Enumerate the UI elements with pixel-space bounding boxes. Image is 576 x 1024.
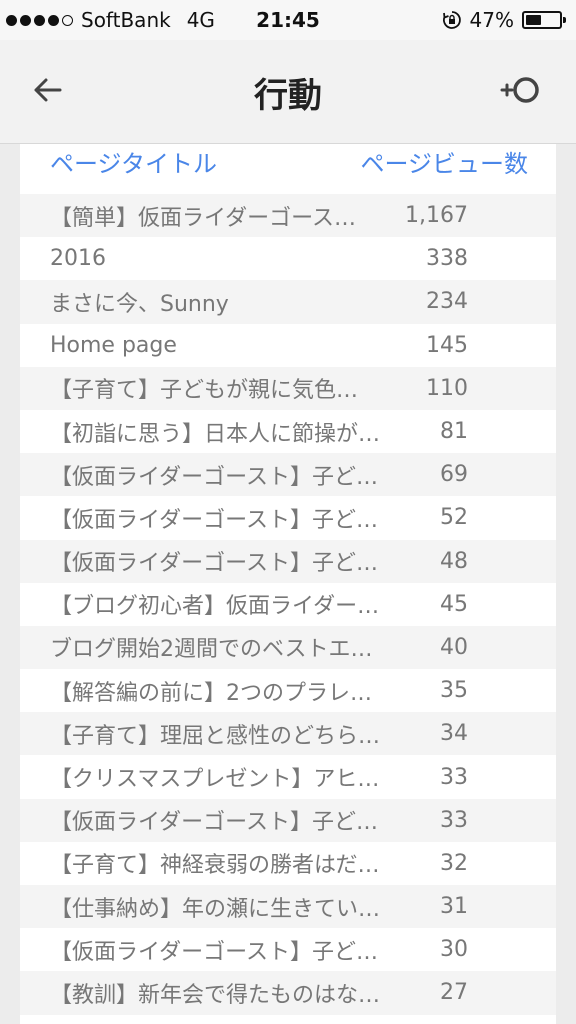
row-page-views: 81 [440,419,468,445]
row-page-views: 27 [440,980,468,1006]
row-page-views: 48 [440,548,468,574]
table-row[interactable]: 【クリスマスプレゼント】アヒ… 33 [20,755,556,799]
row-page-views: 1,167 [405,203,468,229]
table-row[interactable]: Home page 145 [20,323,556,367]
row-page-title: 【子育て】理屈と感性のどちら… [50,723,381,749]
navigation-bar: 行動 [0,40,576,144]
battery-fill [526,15,542,25]
row-page-views: 31 [440,894,468,920]
row-page-views: 45 [440,591,468,617]
row-page-title: 【仮面ライダーゴースト】子ど… [50,810,379,836]
row-page-title: 【ブログ初心者】仮面ライダー… [50,594,380,620]
row-page-views: 40 [440,634,468,660]
table-row[interactable]: 【子育て】子どもが親に気色… 110 [20,366,556,410]
page-title: 行動 [254,76,322,116]
row-page-title: 【子育て】神経衰弱の勝者はだ… [50,853,380,879]
row-page-views: 234 [426,289,468,315]
row-page-views: 34 [440,721,468,747]
page-list: 【簡単】仮面ライダーゴース… 1,167 2016 338 まさに今、Sunny 234 H… [20,194,556,1015]
row-page-views: 33 [440,764,468,790]
row-page-title: 【仮面ライダーゴースト】子ど… [50,551,379,577]
table-row[interactable]: 【仮面ライダーゴースト】子ど… 48 [20,539,556,583]
row-page-views: 69 [440,462,468,488]
table-row[interactable]: 2016 338 [20,237,556,281]
content-panel: ページタイトル ページビュー数 【簡単】仮面ライダーゴース… 1,167 2016 3… [20,144,556,1024]
table-row[interactable]: 【仮面ライダーゴースト】子ど… 52 [20,496,556,540]
row-page-views: 30 [440,937,468,963]
row-page-title: 【仮面ライダーゴースト】子ど… [50,464,379,490]
row-page-views: 145 [426,332,468,358]
table-row[interactable]: 【初詣に思う】日本人に節操が… 81 [20,409,556,454]
row-page-title: 【簡単】仮面ライダーゴース… [50,205,357,231]
table-row[interactable]: 【仕事納め】年の瀬に生きてい… 31 [20,885,556,929]
row-page-title: 2016 [50,246,106,272]
row-page-title: 【解答編の前に】2つのプラレ… [50,680,372,706]
table-row[interactable]: 【教訓】新年会で得たものはな… 27 [20,971,556,1015]
table-row[interactable]: 【ブログ初心者】仮面ライダー… 45 [20,582,556,626]
row-page-title: 【クリスマスプレゼント】アヒ… [50,767,380,793]
table-row[interactable]: 【子育て】神経衰弱の勝者はだ… 32 [20,841,556,885]
table-header: ページタイトル ページビュー数 [20,144,556,192]
row-page-views: 35 [440,678,468,704]
row-page-views: 110 [426,375,468,401]
row-page-title: 【仕事納め】年の瀬に生きてい… [50,896,381,922]
table-row[interactable]: 【仮面ライダーゴースト】子ど… 33 [20,798,556,842]
table-row[interactable]: ブログ開始2週間でのベストエ… 40 [20,625,556,670]
refresh-icon[interactable] [498,70,546,110]
row-page-title: 【教訓】新年会で得たものはな… [50,982,381,1008]
table-row[interactable]: 【子育て】理屈と感性のどちら… 34 [20,712,556,756]
battery-icon [522,11,566,29]
row-page-title: 【初詣に思う】日本人に節操が… [50,421,381,447]
row-page-title: 【仮面ライダーゴースト】子ど… [50,939,379,965]
battery-percent: 47% [469,8,514,32]
row-page-views: 33 [440,807,468,833]
table-row[interactable]: 【簡単】仮面ライダーゴース… 1,167 [20,194,556,238]
row-page-title: 【仮面ライダーゴースト】子ど… [50,507,379,533]
column-header-page-title[interactable]: ページタイトル [50,144,217,179]
table-row[interactable]: 【仮面ライダーゴースト】子ど… 30 [20,928,556,972]
row-page-title: 【子育て】子どもが親に気色… [50,378,359,404]
table-row[interactable]: 【仮面ライダーゴースト】子ど… 69 [20,453,556,497]
row-page-title: ブログ開始2週間でのベストエ… [50,637,373,663]
table-row[interactable]: まさに今、Sunny 234 [20,280,556,324]
row-page-title: まさに今、Sunny [50,291,229,317]
status-bar: SoftBank 4G 21:45 47% [0,0,576,40]
row-page-views: 52 [440,505,468,531]
table-row[interactable]: 【解答編の前に】2つのプラレ… 35 [20,669,556,713]
status-right: 47% [442,8,566,32]
row-page-views: 32 [440,850,468,876]
row-page-title: Home page [50,332,177,358]
column-header-page-views[interactable]: ページビュー数 [360,144,528,179]
orientation-lock-icon [442,11,461,29]
row-page-views: 338 [426,246,468,272]
